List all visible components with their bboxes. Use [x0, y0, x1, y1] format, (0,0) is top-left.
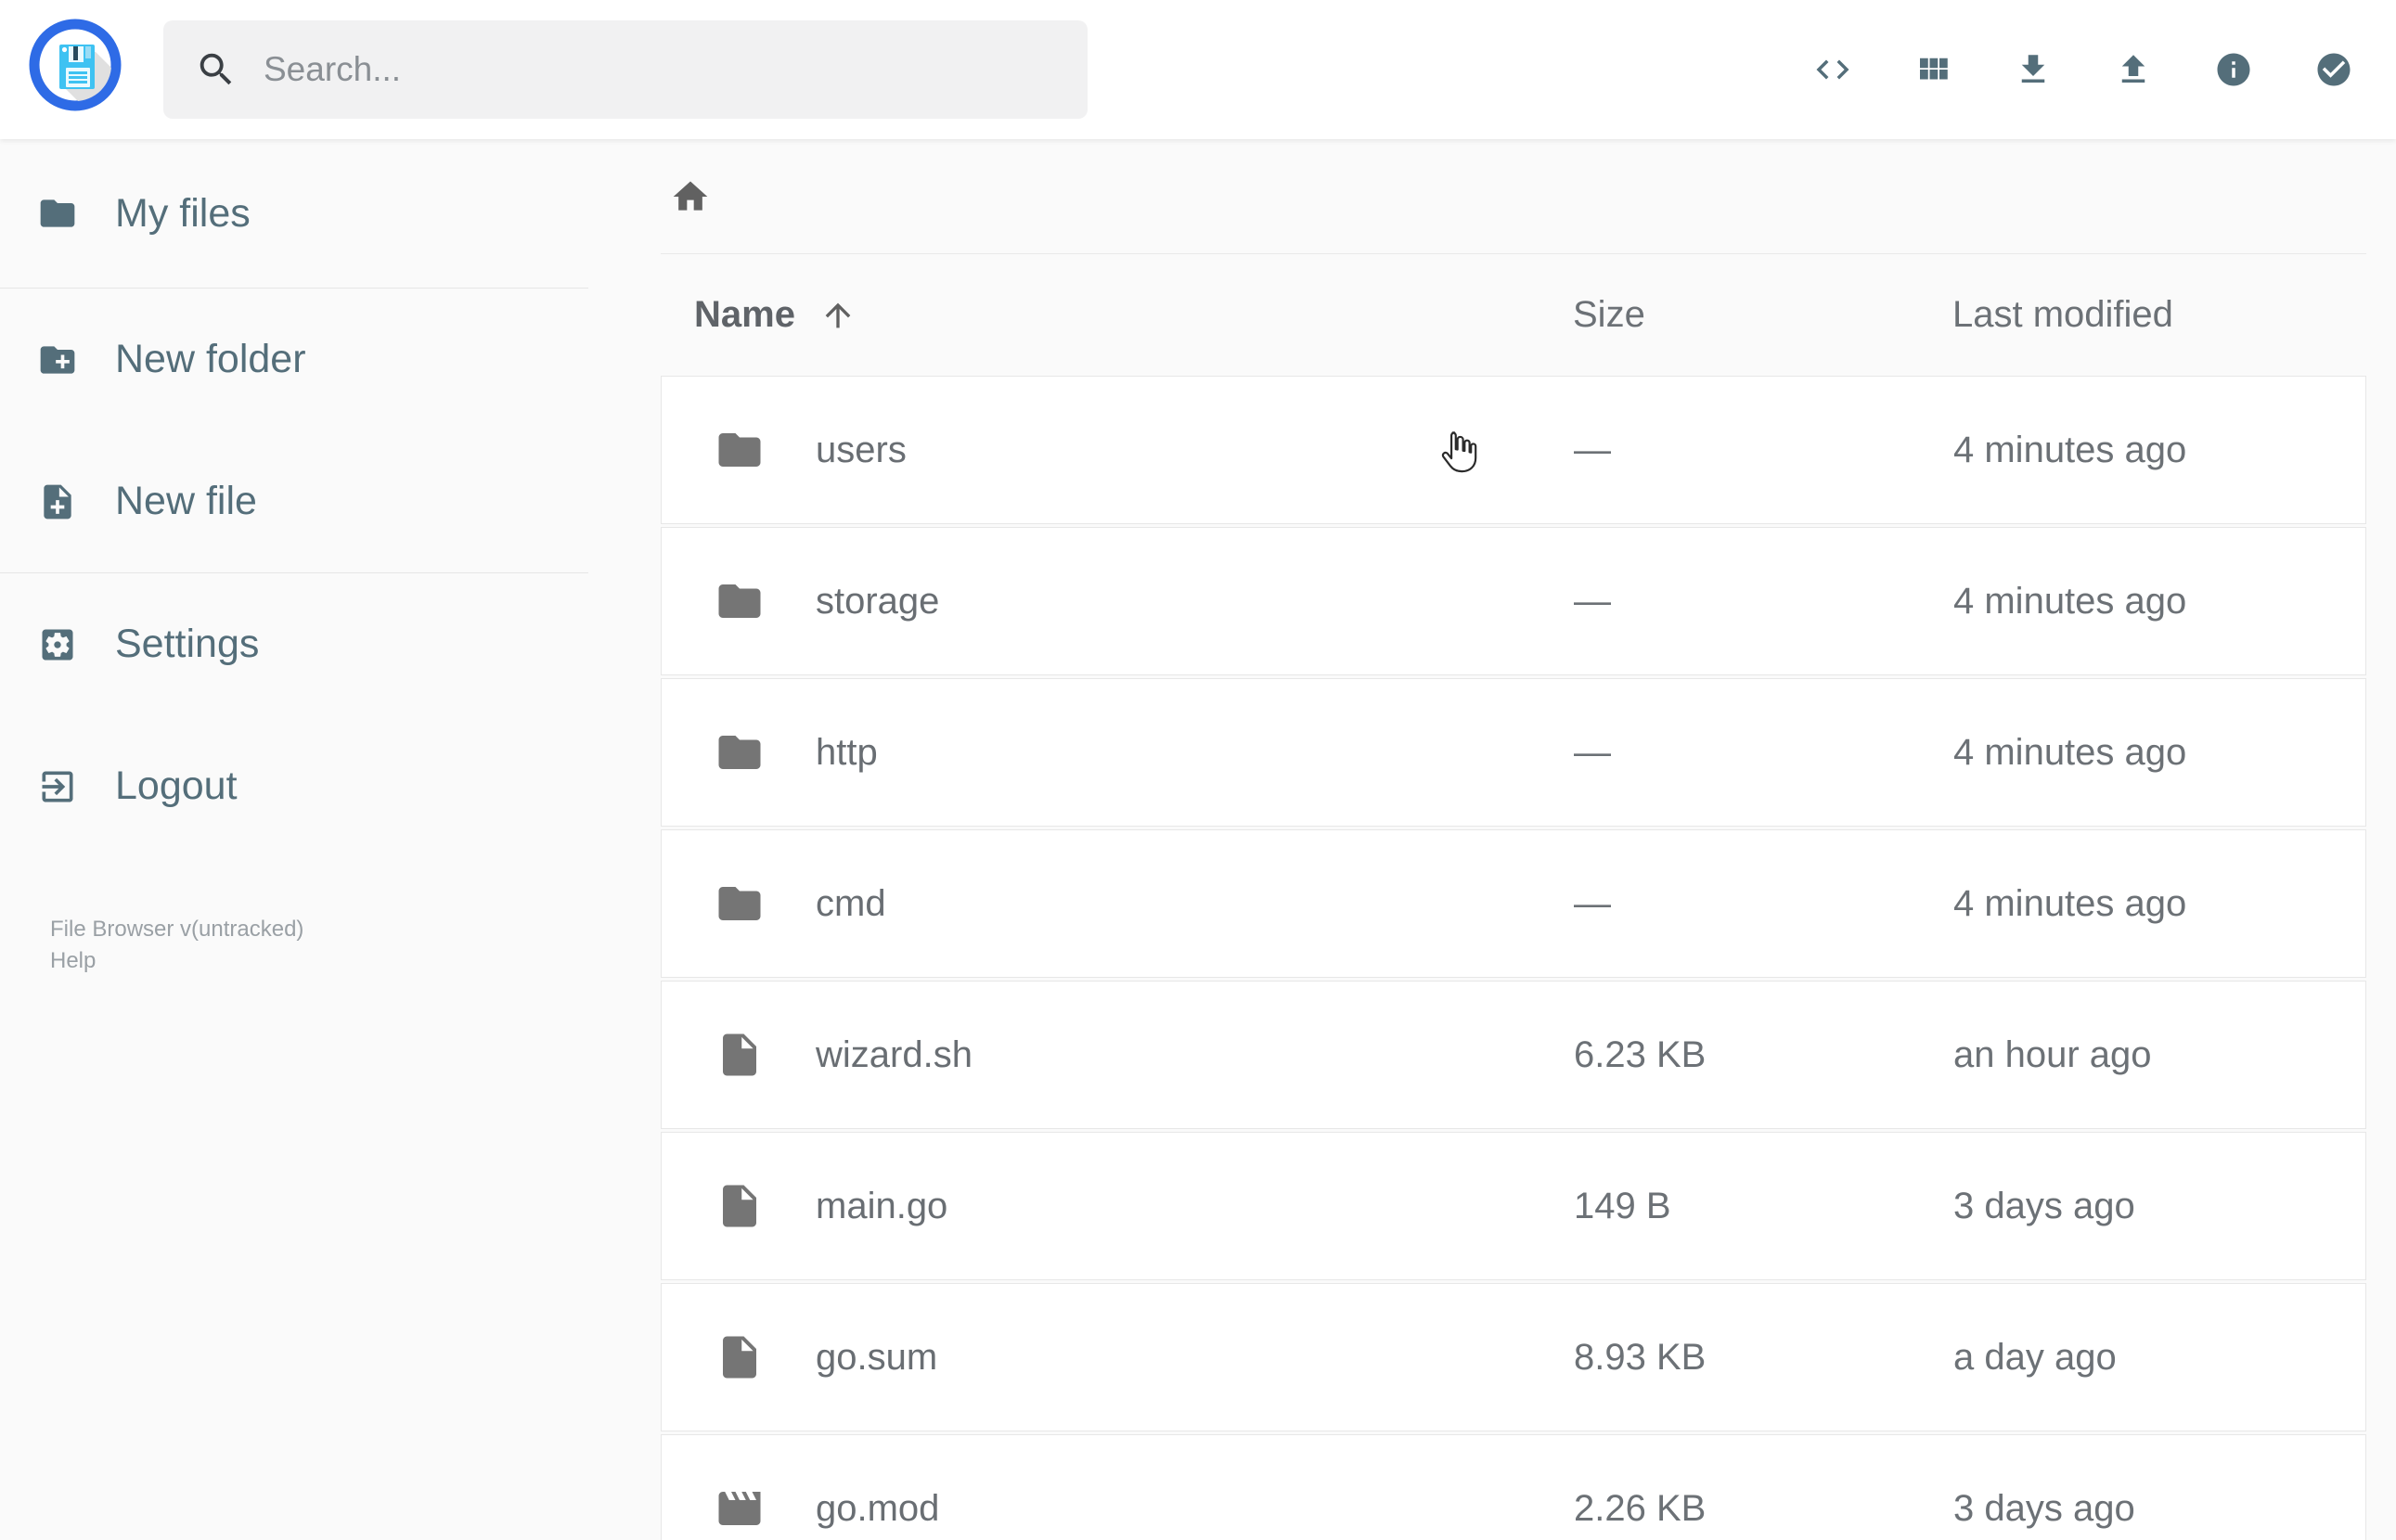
column-header-size[interactable]: Size: [1573, 294, 1952, 336]
file-size: —: [1574, 731, 1611, 773]
file-name: users: [816, 429, 907, 470]
file-size: 149 B: [1574, 1185, 1671, 1226]
search-icon: [195, 48, 238, 91]
file-size: —: [1574, 580, 1611, 622]
home-icon[interactable]: [670, 176, 711, 217]
file-modified: an hour ago: [1953, 1033, 2152, 1075]
file-modified: 4 minutes ago: [1953, 580, 2187, 622]
sidebar-item-settings[interactable]: Settings: [0, 573, 588, 715]
file-modified: 3 days ago: [1953, 1185, 2135, 1226]
file-name: cmd: [816, 882, 886, 924]
sidebar: My files New folder New file Settings Lo…: [0, 139, 588, 1540]
file-size: 6.23 KB: [1574, 1033, 1707, 1075]
file-icon: [723, 1033, 756, 1076]
select-multiple-icon[interactable]: [2314, 50, 2353, 89]
info-icon[interactable]: [2214, 50, 2253, 89]
file-row-main.go[interactable]: main.go 149 B 3 days ago: [661, 1132, 2366, 1280]
new-file-icon: [44, 484, 71, 519]
file-name: main.go: [816, 1185, 948, 1226]
folder-icon: [718, 736, 761, 769]
column-header-modified[interactable]: Last modified: [1952, 294, 2366, 336]
file-name: go.mod: [816, 1487, 940, 1529]
file-name: go.sum: [816, 1336, 938, 1378]
file-size: 2.26 KB: [1574, 1487, 1707, 1529]
sidebar-item-label: New file: [115, 479, 257, 523]
file-name: wizard.sh: [816, 1033, 973, 1075]
file-name: storage: [816, 580, 940, 622]
breadcrumb: [661, 139, 2366, 254]
folder-icon: [718, 433, 761, 467]
file-browser-logo-icon[interactable]: [29, 19, 122, 111]
file-modified: a day ago: [1953, 1336, 2117, 1378]
sidebar-item-my-files[interactable]: My files: [0, 139, 588, 288]
file-row-wizard.sh[interactable]: wizard.sh 6.23 KB an hour ago: [661, 981, 2366, 1129]
download-icon[interactable]: [2014, 50, 2053, 89]
file-name: http: [816, 731, 878, 773]
listing-rows: users — 4 minutes ago storage — 4 minute…: [661, 376, 2366, 1540]
column-header-name[interactable]: Name: [661, 294, 1573, 336]
file-icon: [723, 1336, 756, 1379]
file-icon: [723, 1185, 756, 1227]
file-row-users[interactable]: users — 4 minutes ago: [661, 376, 2366, 524]
app-version-text: File Browser v(untracked): [50, 917, 304, 942]
folder-icon: [718, 584, 761, 618]
file-modified: 4 minutes ago: [1953, 882, 2187, 924]
sidebar-item-label: Logout: [115, 764, 238, 808]
help-link[interactable]: Help: [50, 945, 303, 977]
movie-icon: [718, 1492, 761, 1525]
sidebar-item-label: New folder: [115, 337, 306, 381]
topbar-actions: [1813, 0, 2353, 139]
grid-view-icon[interactable]: [1913, 50, 1952, 89]
folder-icon: [718, 887, 761, 920]
code-icon[interactable]: [1813, 50, 1852, 89]
file-row-storage[interactable]: storage — 4 minutes ago: [661, 527, 2366, 675]
listing-header: Name Size Last modified: [661, 254, 2366, 376]
file-size: —: [1574, 882, 1611, 924]
file-modified: 4 minutes ago: [1953, 731, 2187, 773]
file-size: —: [1574, 429, 1611, 470]
sidebar-item-new-folder[interactable]: New folder: [0, 289, 588, 430]
file-modified: 3 days ago: [1953, 1487, 2135, 1529]
file-modified: 4 minutes ago: [1953, 429, 2187, 470]
sort-ascending-icon: [819, 297, 857, 334]
folder-icon: [40, 199, 75, 227]
file-row-http[interactable]: http — 4 minutes ago: [661, 678, 2366, 827]
sidebar-item-label: My files: [115, 190, 251, 236]
file-row-go.mod[interactable]: go.mod 2.26 KB 3 days ago: [661, 1434, 2366, 1540]
settings-icon: [42, 629, 73, 660]
file-size: 8.93 KB: [1574, 1336, 1707, 1378]
search-bar[interactable]: [163, 20, 1088, 119]
file-listing: Name Size Last modified users — 4 minute…: [588, 139, 2396, 1540]
logout-icon: [42, 771, 73, 802]
search-input[interactable]: [264, 50, 1024, 89]
file-row-cmd[interactable]: cmd — 4 minutes ago: [661, 829, 2366, 978]
sidebar-item-logout[interactable]: Logout: [0, 715, 588, 857]
new-folder-icon: [40, 345, 75, 374]
topbar: [0, 0, 2396, 139]
file-row-go.sum[interactable]: go.sum 8.93 KB a day ago: [661, 1283, 2366, 1431]
sidebar-item-label: Settings: [115, 622, 260, 666]
sidebar-footer: File Browser v(untracked) Help: [50, 914, 303, 977]
sidebar-item-new-file[interactable]: New file: [0, 430, 588, 572]
upload-icon[interactable]: [2114, 50, 2153, 89]
